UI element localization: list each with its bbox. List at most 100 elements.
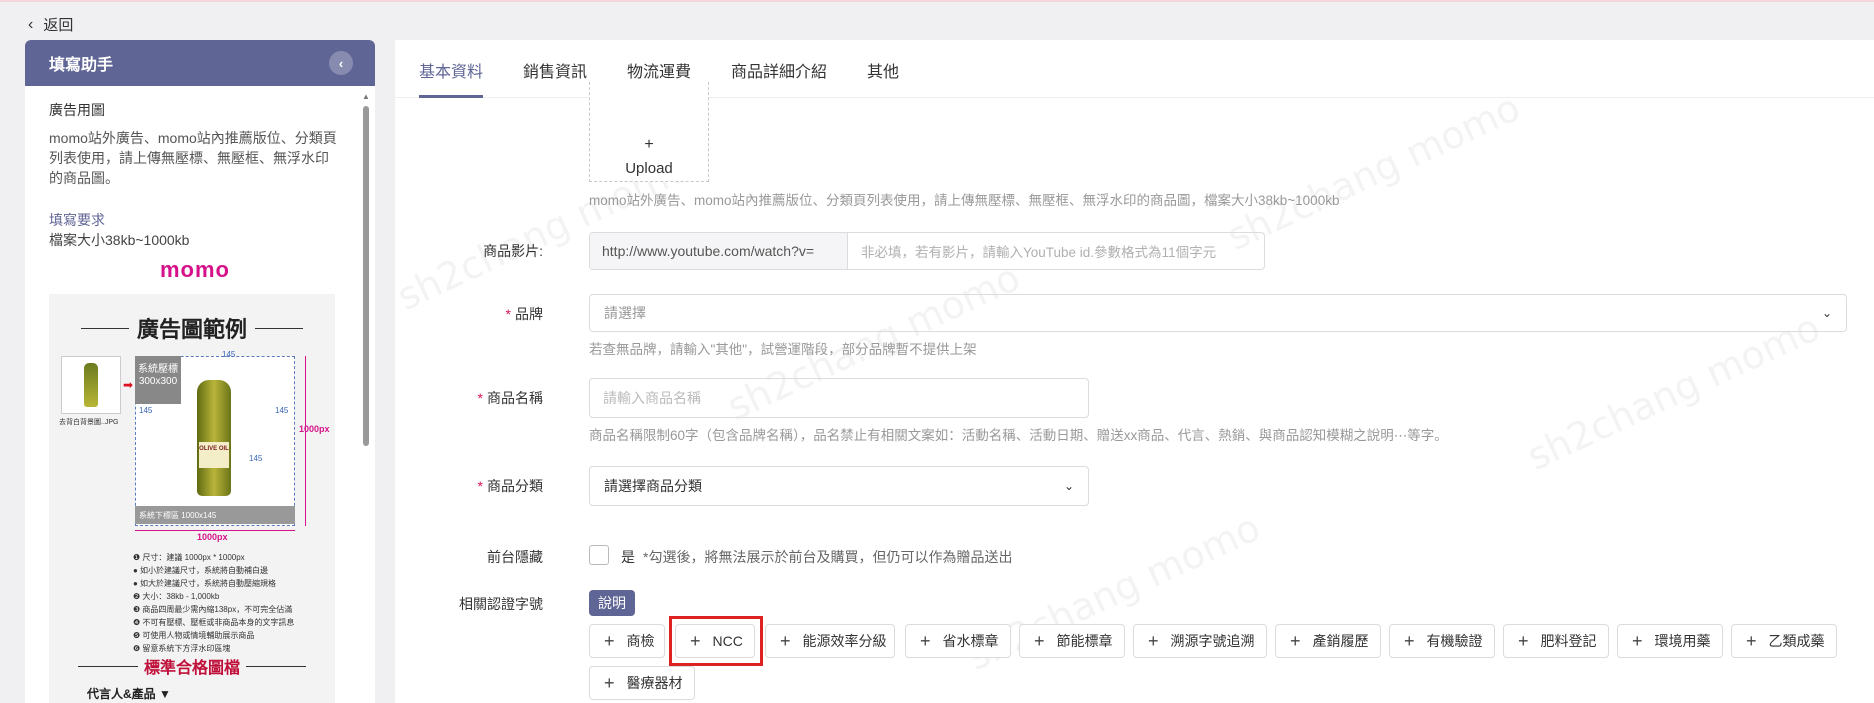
cert-button[interactable]: + 節能標章 (1019, 624, 1125, 658)
system-overlay-box: 系統壓標300x300 (135, 356, 181, 404)
bottle-image (197, 380, 231, 496)
dim-right: 145 (275, 406, 289, 415)
helper-req-title: 填寫要求 (49, 212, 105, 228)
helper-description: momo站外廣告、momo站內推薦版位、分類頁列表使用，請上傳無壓標、無壓框、無… (49, 130, 337, 186)
dim-left: 145 (139, 406, 153, 415)
note-item: ❷ 大小：38kb - 1,000kb (133, 592, 220, 601)
cert-button[interactable]: + 省水標章 (905, 624, 1011, 658)
cert-label: 相關認證字號 (459, 596, 543, 612)
active-tab-indicator (419, 95, 483, 98)
ad-image-example: 廣告圖範例 去背白背景圖..JPG ➡ 系統壓標300x300 OLIVE OI… (49, 294, 335, 703)
cert-button[interactable]: + 產銷履歷 (1275, 624, 1381, 658)
name-label: * 商品名稱 (478, 388, 543, 408)
tab-basic-info[interactable]: 基本資料 (419, 58, 483, 82)
hidden-checkbox[interactable] (589, 545, 609, 565)
upload-hint: momo站外廣告、momo站內推薦版位、分類頁列表使用，請上傳無壓標、無壓框、無… (589, 193, 1340, 208)
hidden-note: *勾選後，將無法展示於前台及購買，但仍可以作為贈品送出 (643, 549, 1013, 565)
helper-req-text: 檔案大小38kb~1000kb (49, 232, 190, 248)
example-thumbnail (61, 356, 121, 414)
helper-panel: 填寫助手 ‹ 廣告用圖 momo站外廣告、momo站內推薦版位、分類頁列表使用，… (25, 40, 375, 703)
product-name-input[interactable]: 請輸入商品名稱 (589, 378, 1089, 418)
note-item: ❺ 可使用人物或情境輔助展示商品 (133, 631, 255, 640)
plus-icon: + (604, 673, 615, 693)
cert-button-label: 肥料登記 (1540, 633, 1597, 649)
thumbnail-caption: 去背白背景圖..JPG (59, 419, 119, 426)
note-item: ● 如大於建議尺寸，系統將自動壓縮規格 (133, 579, 277, 588)
watermark: sh2chang momo (1220, 85, 1527, 259)
collapse-button[interactable]: ‹ (329, 51, 353, 75)
example-title: 廣告圖範例 (49, 312, 335, 344)
chevron-left-icon: ‹ (338, 55, 344, 71)
category-label: * 商品分類 (478, 476, 543, 496)
note-item: ● 如小於建議尺寸，系統將自動補白邊 (133, 566, 269, 575)
required-mark: * (477, 390, 483, 406)
brand-label-text: 品牌 (515, 306, 543, 322)
chevron-left-icon: ‹ (28, 15, 34, 33)
cert-button[interactable]: + 乙類成藥 (1731, 624, 1837, 658)
dimension-line-side (305, 356, 306, 526)
plus-icon: + (780, 631, 791, 651)
cert-button-label: 節能標章 (1056, 633, 1113, 649)
name-hint: 商品名稱限制60字（包含品牌名稱），品名禁止有相關文案如：活動名稱、活動日期、贈… (589, 428, 1448, 443)
helper-scrollbar[interactable]: ▲ (361, 92, 371, 703)
helper-body: 廣告用圖 momo站外廣告、momo站內推薦版位、分類頁列表使用，請上傳無壓標、… (49, 100, 341, 286)
top-bar: ‹ 返回 (0, 0, 1874, 42)
upload-label: Upload (625, 160, 673, 177)
helper-section-title: 廣告用圖 (49, 102, 105, 118)
cert-button-label: 醫療器材 (626, 675, 683, 691)
cert-button[interactable]: + 有機驗證 (1389, 624, 1495, 658)
category-label-text: 商品分類 (487, 478, 543, 494)
note-item: ❸ 商品四周最少需內縮138px，不可完全佔滿 (133, 605, 293, 614)
main-panel: sh2chang momo sh2chang momo sh2chang mom… (395, 40, 1874, 703)
cert-button-label: 乙類成藥 (1768, 633, 1825, 649)
cert-button-label: 能源效率分級 (802, 633, 887, 649)
cert-button[interactable]: + 商檢 (589, 624, 665, 658)
helper-header: 填寫助手 ‹ (25, 40, 375, 86)
arrow-right-icon: ➡ (123, 378, 134, 392)
video-id-input[interactable]: 非必填，若有影片，請輸入YouTube id.參數格式為11個字元 (848, 233, 1264, 269)
tab-shipping[interactable]: 物流運費 (627, 58, 691, 82)
scroll-up-icon[interactable]: ▲ (362, 92, 370, 101)
ncc-highlight-box (669, 616, 763, 666)
cert-button-label: 溯源字號追溯 (1170, 633, 1255, 649)
plus-icon: + (1404, 631, 1415, 651)
bottle-icon (84, 363, 98, 407)
video-field: http://www.youtube.com/watch?v= 非必填，若有影片… (589, 232, 1265, 270)
tab-other[interactable]: 其他 (867, 58, 899, 82)
plus-icon: + (604, 631, 615, 651)
scroll-thumb[interactable] (363, 106, 369, 446)
cert-button-label: 省水標章 (942, 633, 999, 649)
dimension-line-bottom (135, 530, 295, 531)
cert-button[interactable]: + 環境用藥 (1617, 624, 1723, 658)
video-label: 商品影片: (483, 243, 543, 259)
example-notes: ❶ 尺寸：建議 1000px * 1000px ● 如小於建議尺寸，系統將自動補… (133, 551, 323, 655)
system-bottom-bar: 系統下標區 1000x145 (135, 506, 295, 524)
brand-placeholder: 請選擇 (604, 305, 646, 321)
example-title-text: 廣告圖範例 (136, 317, 247, 342)
helper-title: 填寫助手 (49, 57, 114, 74)
note-item: ❹ 不可有壓標、壓框或非商品本身的文字訊息 (133, 618, 295, 627)
required-mark: * (477, 478, 483, 494)
brand-select[interactable]: 請選擇 ⌄ (589, 294, 1847, 332)
dim-bottom-inner: 145 (249, 454, 263, 463)
cert-button[interactable]: + 溯源字號追溯 (1133, 624, 1267, 658)
video-url-prefix: http://www.youtube.com/watch?v= (590, 233, 848, 269)
plus-icon: + (1518, 631, 1529, 651)
dim-top: 145 (222, 350, 236, 359)
explain-button[interactable]: 說明 (589, 590, 635, 616)
spokes-label: 代言人&產品 ▼ (87, 687, 171, 701)
tab-product-details[interactable]: 商品詳細介紹 (731, 58, 827, 82)
dim-side-label: 1000px (299, 424, 330, 434)
plus-icon: + (1746, 631, 1757, 651)
back-button[interactable]: ‹ 返回 (28, 14, 73, 35)
hidden-label: 前台隱藏 (487, 549, 543, 565)
cert-button[interactable]: + 能源效率分級 (765, 624, 895, 658)
name-label-text: 商品名稱 (487, 390, 543, 406)
plus-icon: + (1148, 631, 1159, 651)
chevron-down-icon: ⌄ (1821, 306, 1832, 320)
upload-button[interactable]: + Upload (589, 82, 709, 182)
tab-sales-info[interactable]: 銷售資訊 (523, 58, 587, 82)
category-select[interactable]: 請選擇商品分類 ⌄ (589, 466, 1089, 506)
cert-button[interactable]: + 醫療器材 (589, 666, 695, 700)
cert-button[interactable]: + 肥料登記 (1503, 624, 1609, 658)
